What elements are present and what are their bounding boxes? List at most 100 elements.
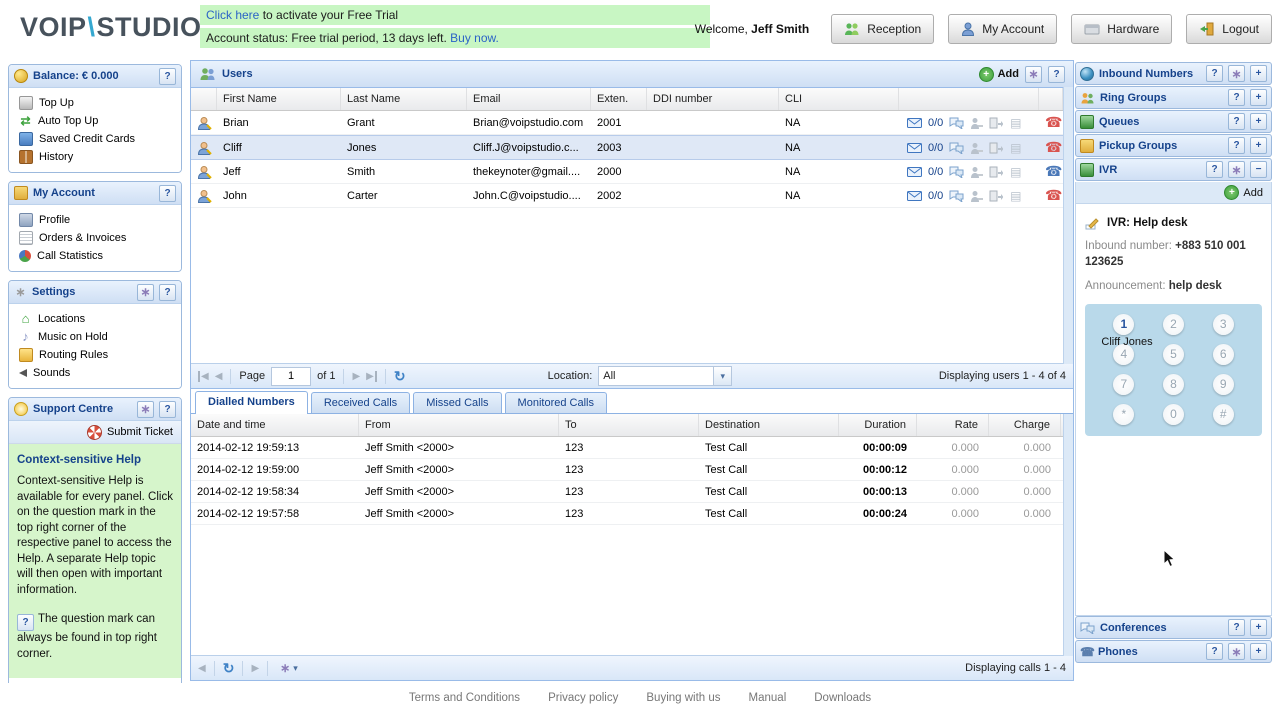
queues-panel[interactable]: Queues ? + <box>1075 110 1272 133</box>
sidebar-item-music-on-hold[interactable]: ♪ Music on Hold <box>19 328 177 346</box>
column-duration[interactable]: Duration <box>839 414 917 436</box>
footer-link-manual[interactable]: Manual <box>749 692 787 720</box>
expand-icon[interactable]: + <box>1250 65 1267 82</box>
sidebar-item-top-up[interactable]: Top Up <box>19 94 177 112</box>
page-input[interactable] <box>271 366 312 386</box>
keypad-key-9[interactable]: 9 <box>1212 373 1234 395</box>
delete-user-icon[interactable] <box>970 142 984 154</box>
voicemail-icon[interactable] <box>907 166 922 177</box>
gear-button-icon[interactable]: ∗ <box>137 283 154 301</box>
voicemail-icon[interactable] <box>907 190 922 201</box>
phone-status-icon[interactable]: ☎ <box>1045 140 1062 155</box>
column-from[interactable]: From <box>359 414 559 436</box>
gear-button-icon[interactable]: ∗ <box>1228 643 1245 660</box>
gear-button-icon[interactable]: ∗ <box>137 400 154 418</box>
sidebar-item-history[interactable]: History <box>19 148 177 166</box>
first-page-icon[interactable]: ◀ <box>198 370 209 382</box>
chat-icon[interactable] <box>949 190 964 202</box>
gear-button-icon[interactable]: ∗ <box>1025 65 1042 83</box>
inbound-numbers-panel[interactable]: Inbound Numbers ? ∗ + <box>1075 62 1272 85</box>
call-row[interactable]: 2014-02-12 19:58:34 Jeff Smith <2000> 12… <box>191 481 1073 503</box>
table-row-selected[interactable]: Cliff Jones Cliff.J@voipstudio.c... 2003… <box>191 135 1073 160</box>
location-select[interactable]: All ▾ <box>598 366 733 386</box>
gear-button-icon[interactable]: ∗ <box>1228 161 1245 178</box>
sidebar-item-sounds[interactable]: Sounds <box>19 364 177 382</box>
sidebar-item-profile[interactable]: Profile <box>19 211 177 229</box>
footer-link-privacy[interactable]: Privacy policy <box>548 692 618 720</box>
sidebar-item-saved-credit-cards[interactable]: Saved Credit Cards <box>19 130 177 148</box>
forward-user-icon[interactable] <box>989 166 1004 178</box>
keypad-icon[interactable]: ▤ <box>1009 142 1022 154</box>
add-ivr-button[interactable]: + Add <box>1224 185 1263 200</box>
forward-user-icon[interactable] <box>989 190 1004 202</box>
expand-icon[interactable]: + <box>1250 619 1267 636</box>
last-page-icon[interactable]: ▶ <box>366 370 377 382</box>
hardware-button[interactable]: Hardware <box>1071 14 1173 44</box>
call-row[interactable]: 2014-02-12 19:57:58 Jeff Smith <2000> 12… <box>191 503 1073 525</box>
keypad-key-star[interactable]: * <box>1113 403 1135 425</box>
buy-now-link[interactable]: Buy now. <box>450 31 499 45</box>
table-row[interactable]: Brian Grant Brian@voipstudio.com 2001 NA… <box>191 111 1073 135</box>
call-row[interactable]: 2014-02-12 19:59:00 Jeff Smith <2000> 12… <box>191 459 1073 481</box>
column-email[interactable]: Email <box>467 88 591 110</box>
keypad-icon[interactable]: ▤ <box>1009 117 1022 129</box>
help-icon[interactable]: ? <box>1206 65 1223 82</box>
chat-icon[interactable] <box>949 166 964 178</box>
calls-scrollbar[interactable] <box>1063 414 1073 656</box>
options-dropdown[interactable]: ∗ ▾ <box>276 659 302 677</box>
chat-icon[interactable] <box>949 142 964 154</box>
pickup-groups-panel[interactable]: Pickup Groups ? + <box>1075 134 1272 157</box>
forward-user-icon[interactable] <box>989 117 1004 129</box>
prev-page-icon[interactable]: ◀ <box>198 663 206 674</box>
chat-icon[interactable] <box>949 117 964 129</box>
conferences-panel[interactable]: Conferences ? + <box>1075 616 1272 639</box>
expand-icon[interactable]: + <box>1250 89 1267 106</box>
call-row[interactable]: 2014-02-12 19:59:13 Jeff Smith <2000> 12… <box>191 437 1073 459</box>
help-icon[interactable]: ? <box>159 67 176 85</box>
help-icon[interactable]: ? <box>1228 137 1245 154</box>
column-ddi-number[interactable]: DDI number <box>647 88 779 110</box>
sidebar-item-locations[interactable]: ⌂ Locations <box>19 310 177 328</box>
keypad-key-0[interactable]: 0 <box>1162 403 1184 425</box>
keypad-key-hash[interactable]: # <box>1212 403 1234 425</box>
column-last-name[interactable]: Last Name <box>341 88 467 110</box>
column-date-time[interactable]: Date and time <box>191 414 359 436</box>
column-cli[interactable]: CLI <box>779 88 899 110</box>
ring-groups-panel[interactable]: Ring Groups ? + <box>1075 86 1272 109</box>
keypad-key-1[interactable]: 1 <box>1113 313 1135 335</box>
voicemail-icon[interactable] <box>907 142 922 153</box>
column-rate[interactable]: Rate <box>917 414 989 436</box>
add-user-button[interactable]: + Add <box>978 66 1019 82</box>
phone-status-icon[interactable]: ☎ <box>1045 164 1062 179</box>
phones-panel[interactable]: ☎ Phones ? ∗ + <box>1075 640 1272 663</box>
refresh-icon[interactable]: ↻ <box>223 660 235 677</box>
my-account-button[interactable]: My Account <box>948 14 1058 44</box>
keypad-icon[interactable]: ▤ <box>1009 166 1022 178</box>
help-icon[interactable]: ? <box>159 184 176 202</box>
footer-link-terms[interactable]: Terms and Conditions <box>409 692 520 720</box>
help-icon[interactable]: ? <box>159 283 176 301</box>
prev-page-icon[interactable]: ◀ <box>215 371 223 382</box>
click-here-link[interactable]: Click here <box>206 8 259 22</box>
column-charge[interactable]: Charge <box>989 414 1061 436</box>
help-icon[interactable]: ? <box>1206 643 1223 660</box>
help-icon[interactable]: ? <box>159 400 176 418</box>
reception-button[interactable]: Reception <box>831 14 935 44</box>
sidebar-item-routing-rules[interactable]: Routing Rules <box>19 346 177 364</box>
help-icon[interactable]: ? <box>1206 161 1223 178</box>
column-destination[interactable]: Destination <box>699 414 839 436</box>
tab-dialled-numbers[interactable]: Dialled Numbers <box>195 391 308 414</box>
keypad-icon[interactable]: ▤ <box>1009 190 1022 202</box>
expand-icon[interactable]: + <box>1250 643 1267 660</box>
forward-user-icon[interactable] <box>989 142 1004 154</box>
next-page-icon[interactable]: ▶ <box>352 371 360 382</box>
submit-ticket-button[interactable]: Submit Ticket <box>9 421 181 444</box>
voicemail-icon[interactable] <box>907 117 922 128</box>
sidebar-item-orders-invoices[interactable]: Orders & Invoices <box>19 229 177 247</box>
phone-status-icon[interactable]: ☎ <box>1045 188 1062 203</box>
keypad-key-7[interactable]: 7 <box>1113 373 1135 395</box>
refresh-icon[interactable]: ↻ <box>394 368 406 385</box>
table-row[interactable]: Jeff Smith thekeynoter@gmail.... 2000 NA… <box>191 160 1073 184</box>
phone-status-icon[interactable]: ☎ <box>1045 115 1062 130</box>
keypad-key-6[interactable]: 6 <box>1212 343 1234 365</box>
